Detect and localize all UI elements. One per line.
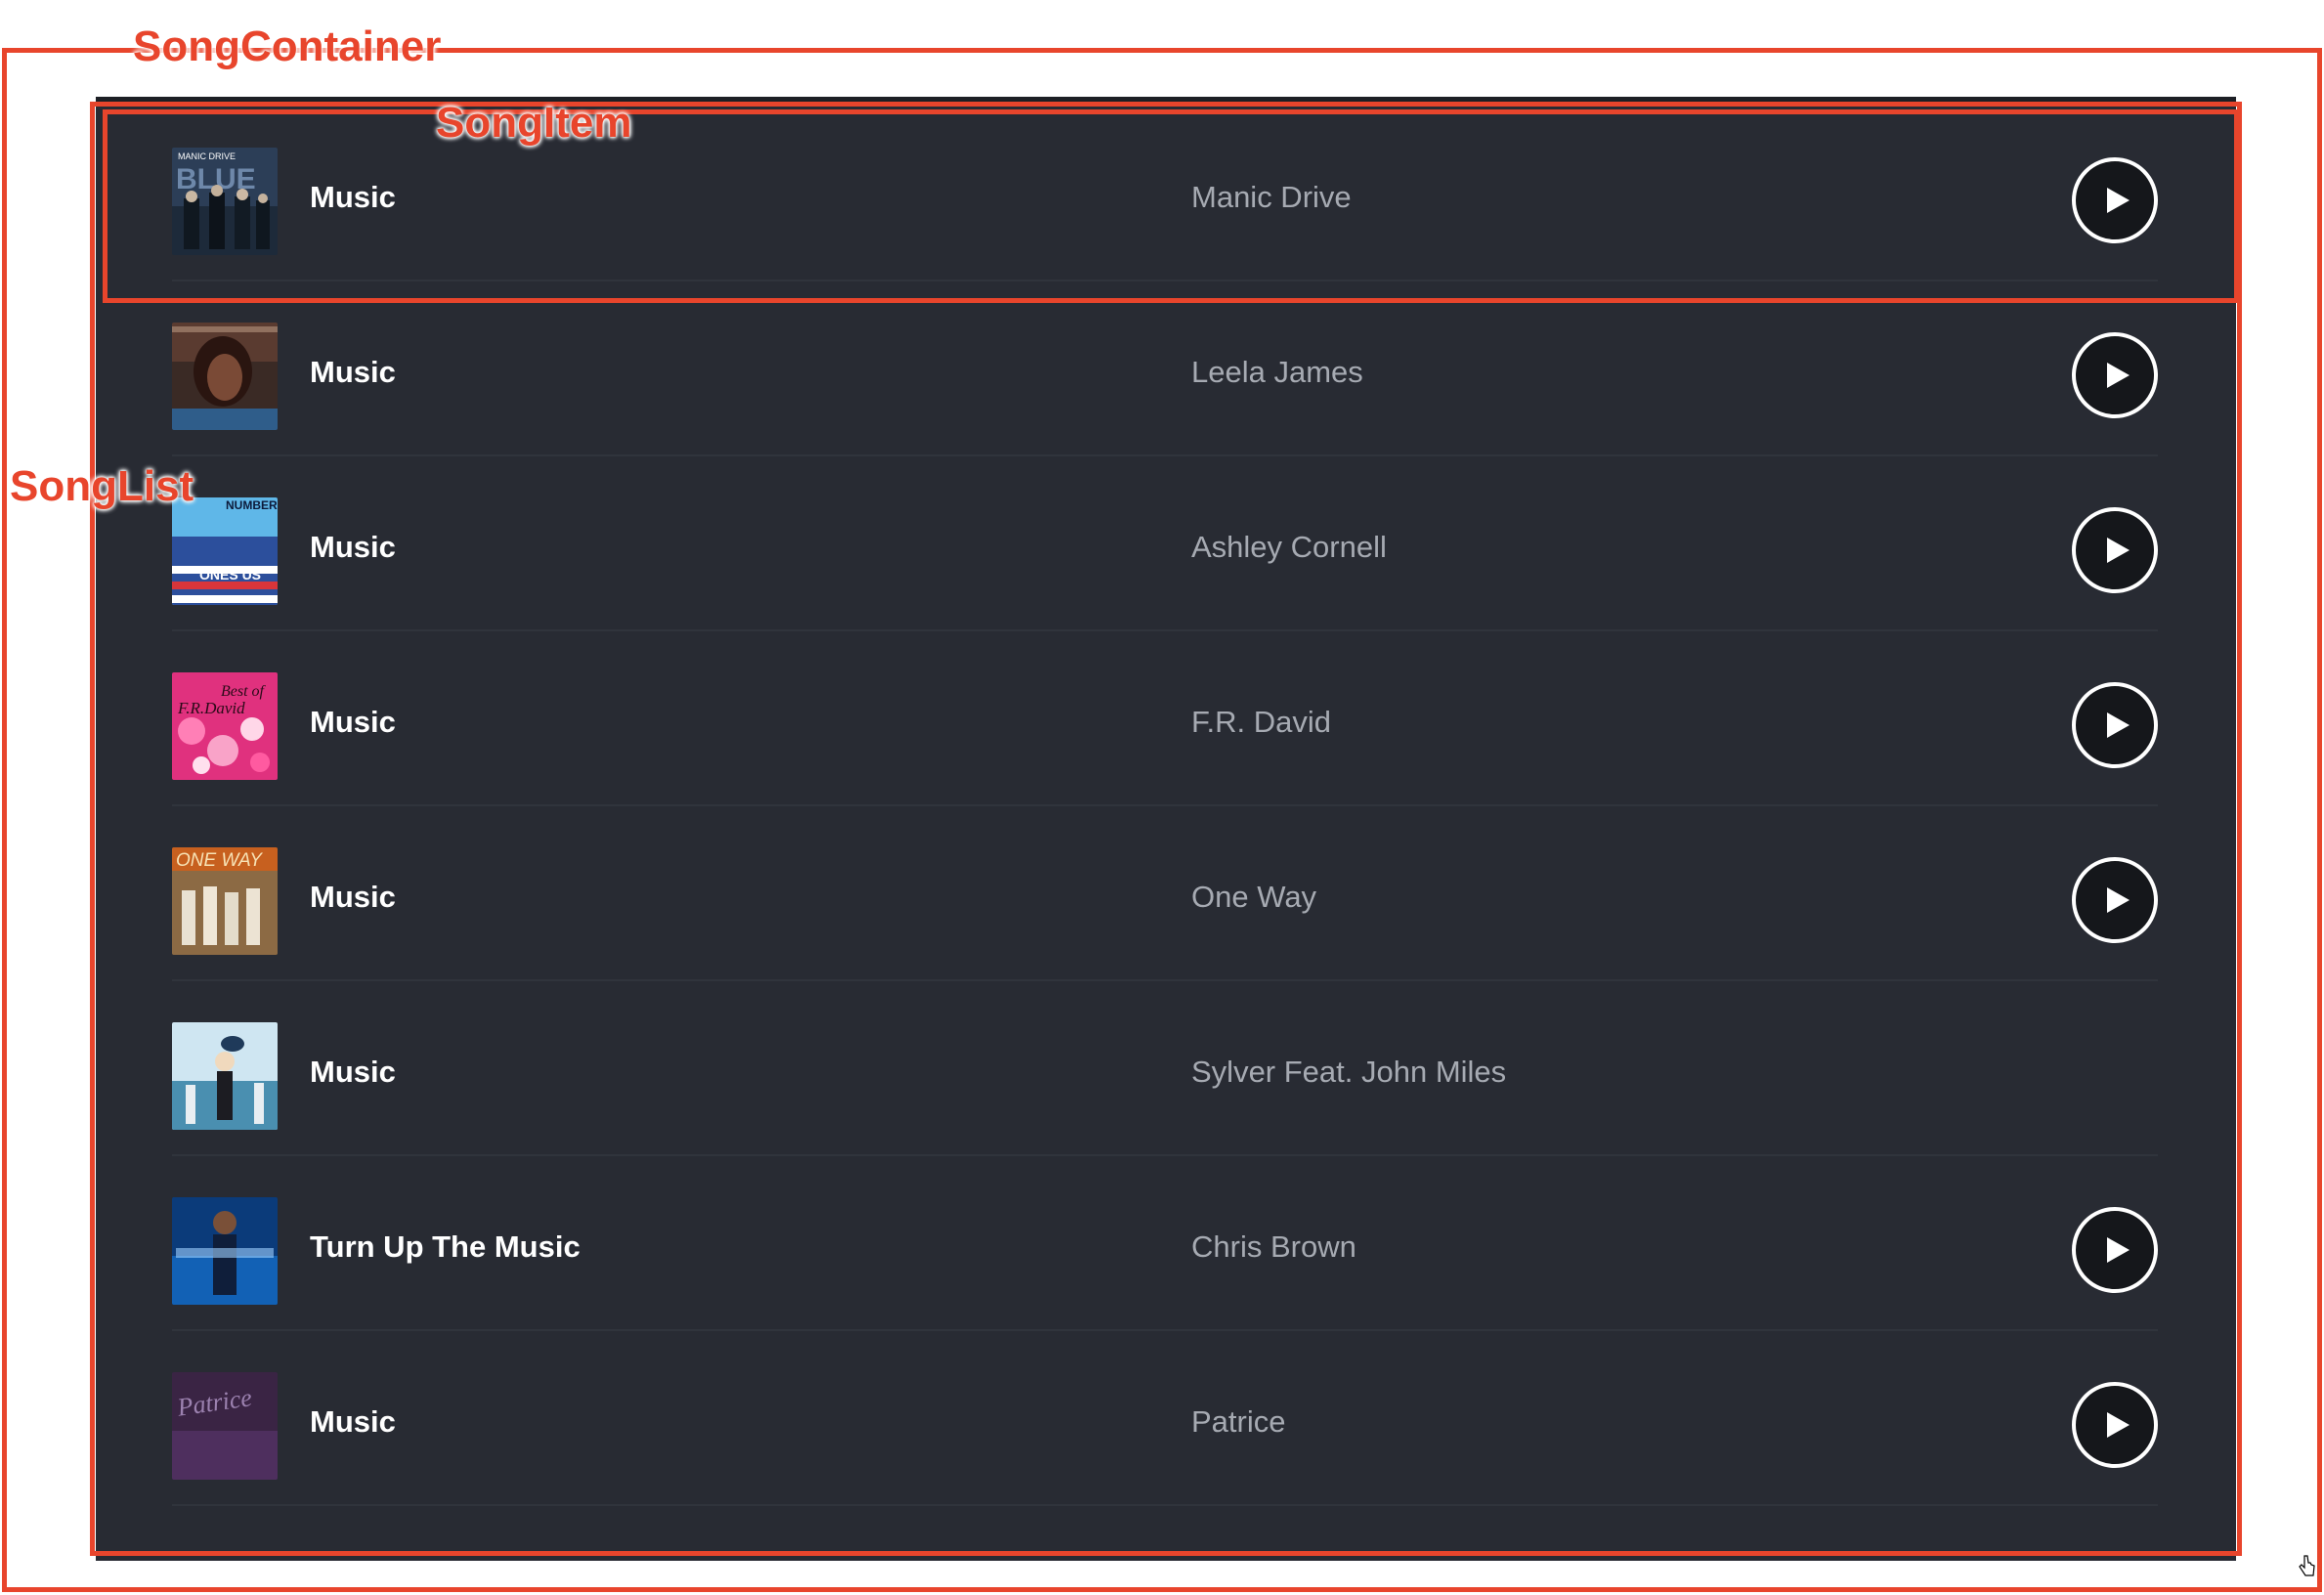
song-item[interactable]: Best of F.R.David Music F.R. David: [96, 631, 2236, 806]
song-item[interactable]: Turn Up The Music Chris Brown: [96, 1156, 2236, 1331]
album-cover: [172, 1197, 278, 1305]
song-item[interactable]: Music Sylver Feat. John Miles: [96, 981, 2236, 1156]
song-item-label: SongItem: [436, 99, 632, 147]
album-cover: Best of F.R.David: [172, 672, 278, 780]
song-container: MANIC DRIVE BLUE Music Manic Drive Music…: [96, 97, 2236, 1561]
song-artist: Manic Drive: [1191, 180, 1352, 214]
song-title: Music: [310, 705, 396, 739]
album-cover: ONE WAY: [172, 847, 278, 955]
row-divider: [172, 1504, 2158, 1506]
play-icon: [2107, 363, 2130, 388]
play-button[interactable]: [2072, 157, 2158, 243]
play-button[interactable]: [2072, 857, 2158, 943]
song-artist: Ashley Cornell: [1191, 530, 1387, 564]
song-item[interactable]: NUMBER ONES US Music Ashley Cornell: [96, 456, 2236, 631]
song-title: Music: [310, 1055, 396, 1089]
song-title: Music: [310, 180, 396, 214]
album-cover: NUMBER ONES US: [172, 497, 278, 605]
song-artist: F.R. David: [1191, 705, 1331, 739]
album-cover: MANIC DRIVE BLUE: [172, 148, 278, 255]
song-title: Music: [310, 1404, 396, 1439]
song-list: MANIC DRIVE BLUE Music Manic Drive Music…: [96, 107, 2236, 1506]
screenshot-stage: MANIC DRIVE BLUE Music Manic Drive Music…: [0, 0, 2324, 1595]
svg-text:Best of: Best of: [221, 683, 267, 700]
play-icon: [2107, 1237, 2130, 1263]
play-button[interactable]: [2072, 682, 2158, 768]
song-artist: Leela James: [1191, 355, 1363, 389]
song-item[interactable]: Music Leela James: [96, 281, 2236, 456]
play-icon: [2107, 887, 2130, 913]
song-artist: Patrice: [1191, 1404, 1286, 1439]
svg-text:NUMBER: NUMBER: [226, 498, 278, 512]
song-title: Music: [310, 355, 396, 389]
play-button[interactable]: [2072, 1382, 2158, 1468]
album-cover: [172, 323, 278, 430]
song-artist: One Way: [1191, 880, 1317, 914]
play-button[interactable]: [2072, 332, 2158, 418]
song-container-label: SongContainer: [133, 22, 442, 70]
play-button[interactable]: [2072, 1207, 2158, 1293]
song-artist: Sylver Feat. John Miles: [1191, 1055, 1507, 1089]
song-item[interactable]: Patrice Music Patrice: [96, 1331, 2236, 1506]
song-list-label: SongList: [10, 462, 194, 510]
song-title: Turn Up The Music: [310, 1229, 581, 1264]
song-artist: Chris Brown: [1191, 1229, 1356, 1264]
song-title: Music: [310, 530, 396, 564]
svg-text:ONE WAY: ONE WAY: [176, 850, 263, 871]
album-cover: [172, 1022, 278, 1130]
play-icon: [2107, 538, 2130, 563]
svg-text:ONES US: ONES US: [199, 567, 261, 582]
song-title: Music: [310, 880, 396, 914]
song-item[interactable]: MANIC DRIVE BLUE Music Manic Drive: [96, 107, 2236, 281]
svg-text:F.R.David: F.R.David: [177, 699, 245, 717]
play-icon: [2107, 188, 2130, 213]
song-item[interactable]: ONE WAY Music One Way: [96, 806, 2236, 981]
hand-cursor-icon: [2299, 1555, 2315, 1576]
cover-caption: MANIC DRIVE: [178, 151, 236, 161]
play-button[interactable]: [2072, 507, 2158, 593]
play-icon: [2107, 712, 2130, 738]
album-cover: Patrice: [172, 1372, 278, 1480]
play-icon: [2107, 1412, 2130, 1438]
